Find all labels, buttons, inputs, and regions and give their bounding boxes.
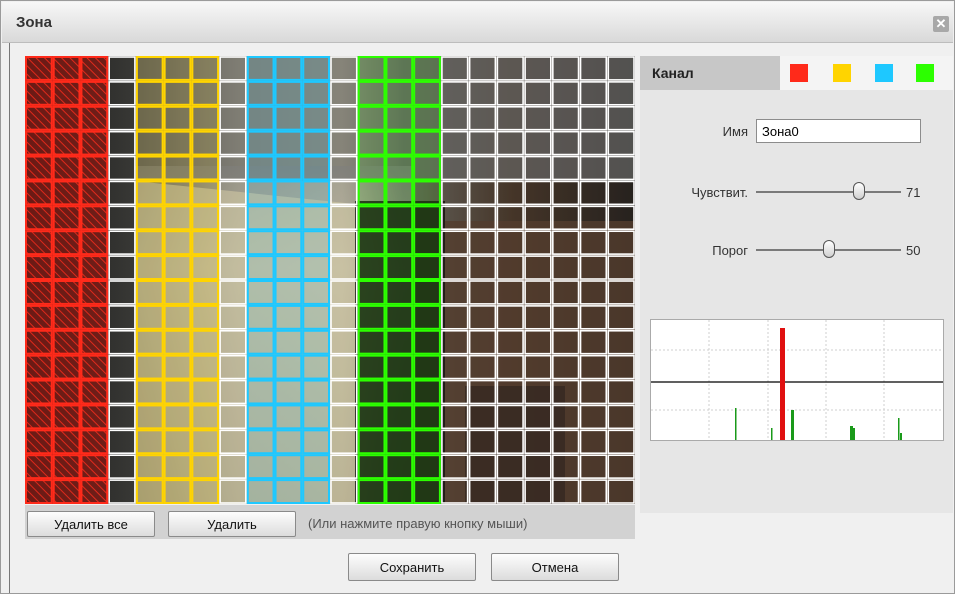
close-icon[interactable]: ✕ xyxy=(933,16,949,32)
camera-scene xyxy=(25,56,635,504)
zone-dialog: Зона ✕ Удалить все Удалить (Или нажмите … xyxy=(0,0,955,594)
sensitivity-slider-track[interactable] xyxy=(756,191,901,193)
channel-header: Канал xyxy=(640,56,780,90)
green-zone-swatch[interactable] xyxy=(916,64,934,82)
sensitivity-value: 71 xyxy=(906,185,921,200)
red-zone-swatch[interactable] xyxy=(790,64,808,82)
zone-settings-panel: Канал Имя Чувствит. 71 Порог 50 xyxy=(640,56,953,513)
motion-peak-bar xyxy=(780,328,785,440)
sensitivity-slider-handle[interactable] xyxy=(852,182,865,200)
zone-color-tabs xyxy=(780,56,953,90)
left-divider xyxy=(9,43,10,593)
zone-name-input[interactable] xyxy=(756,119,921,143)
motion-level-graph xyxy=(650,319,944,441)
name-label: Имя xyxy=(722,124,748,139)
channel-label: Канал xyxy=(652,65,694,81)
yellow-zone-swatch[interactable] xyxy=(833,64,851,82)
right-click-hint: (Или нажмите правую кнопку мыши) xyxy=(308,516,528,531)
motion-graph-plot xyxy=(651,320,943,440)
title-bar: Зона ✕ xyxy=(2,2,953,43)
threshold-label: Порог xyxy=(712,243,748,258)
sensitivity-label: Чувствит. xyxy=(691,185,748,200)
dialog-title: Зона xyxy=(16,14,52,31)
save-button[interactable]: Сохранить xyxy=(348,553,476,581)
cancel-button[interactable]: Отмена xyxy=(491,553,619,581)
delete-all-button[interactable]: Удалить все xyxy=(27,511,155,537)
threshold-value: 50 xyxy=(906,243,921,258)
cyan-zone-swatch[interactable] xyxy=(875,64,893,82)
delete-button[interactable]: Удалить xyxy=(168,511,296,537)
threshold-slider-handle[interactable] xyxy=(822,240,835,258)
video-preview[interactable] xyxy=(25,56,635,504)
